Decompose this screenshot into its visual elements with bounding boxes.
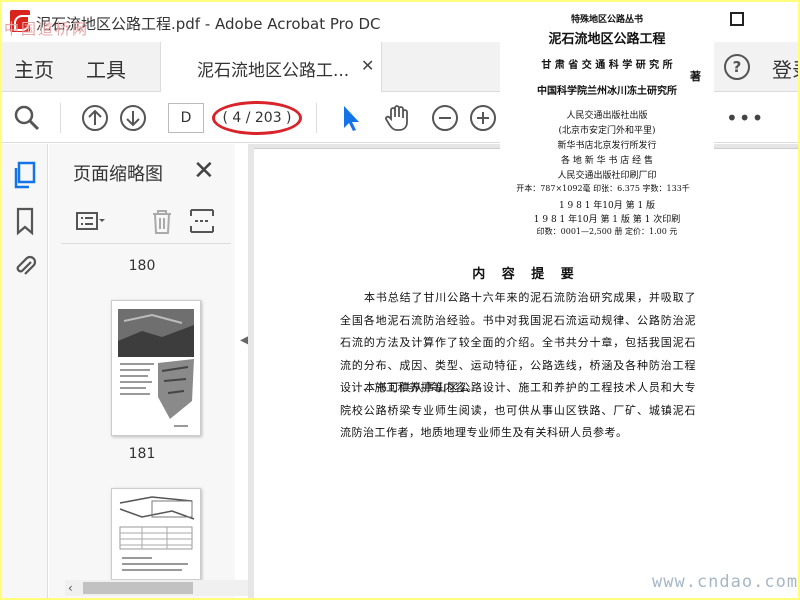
distributor: 新华书店北京发行所发行 [557, 141, 657, 151]
series-name: 特殊地区公路丛书 [570, 15, 643, 25]
thumbnail-label: 180 [128, 258, 156, 274]
tab-home[interactable]: 主页 [14, 54, 54, 83]
attachments-icon[interactable] [12, 250, 38, 280]
count-and-price: 印数：0001—2,500 册 定价：1.00 元 [536, 227, 678, 236]
document-tab-label: 泥石流地区公路工... [197, 61, 350, 81]
toolbar-divider [60, 103, 61, 133]
thumbnail-label: 181 [128, 446, 156, 462]
page-number-input[interactable]: D [168, 103, 204, 133]
select-cursor-icon[interactable] [336, 103, 366, 133]
author-line: 中国科学院兰州冰川冻土研究所 [537, 86, 677, 97]
sellers: 各 地 新 华 书 店 经 售 [560, 156, 654, 166]
printing: 1 9 8 1 年10月 第 1 版 第 1 次印刷 [533, 215, 681, 225]
thumbnail-panel: 页面缩略图 ✕ 180 181 ‹ [49, 144, 278, 598]
hand-tool-icon[interactable] [382, 103, 412, 133]
toolbar-divider [316, 103, 317, 133]
navigation-rail [2, 144, 48, 598]
page-thumbnail[interactable] [111, 488, 201, 580]
watermark-bottom: www.cndao.com [652, 572, 798, 592]
page-thumbnails-icon[interactable] [12, 160, 38, 190]
maximize-icon[interactable] [730, 12, 744, 26]
close-tab-icon[interactable]: ✕ [361, 56, 374, 75]
acrobat-window: 泥石流地区公路工程.pdf - Adobe Acrobat Pro DC 中国道… [2, 2, 798, 598]
author-mark: 著 [690, 70, 701, 83]
copyright-page-overlay: 特殊地区公路丛书 泥石流地区公路工程 甘 肃 省 交 通 科 学 研 究 所 中… [500, 4, 714, 240]
tab-tools[interactable]: 工具 [86, 54, 126, 83]
publisher-address: (北京市安定门外和平里) [558, 126, 656, 136]
thumbnail-options-icon[interactable] [75, 206, 105, 236]
watermark-top: 中国道桥网 [4, 20, 90, 38]
next-page-icon[interactable] [118, 103, 148, 133]
scroll-left-arrow-icon[interactable]: ‹ [68, 581, 73, 595]
thumbnail-horizontal-scrollbar[interactable]: ‹ › [65, 580, 262, 596]
page-count: ( 4 / 203 ) [212, 101, 302, 135]
zoom-out-icon[interactable] [430, 103, 460, 133]
page-thumbnail[interactable] [111, 300, 201, 436]
panel-toolbar [61, 204, 231, 244]
panel-title: 页面缩略图 [73, 164, 163, 185]
bookmarks-icon[interactable] [12, 206, 38, 236]
author-line: 甘 肃 省 交 通 科 学 研 究 所 [541, 60, 673, 71]
help-icon[interactable]: ? [724, 54, 750, 80]
print-specs: 开本：787×1092毫 印张：6.375 字数：133千 [516, 184, 690, 193]
sign-in-link[interactable]: 登录 [772, 54, 798, 83]
summary-heading: 内 容 提 要 [472, 267, 580, 282]
edition: 1 9 8 1 年10月 第 1 版 [558, 201, 656, 211]
search-icon[interactable] [12, 103, 42, 133]
delete-icon[interactable] [147, 206, 177, 236]
zoom-in-icon[interactable] [468, 103, 498, 133]
publisher: 人民交通出版社出版 [566, 111, 648, 121]
crop-pages-icon[interactable] [187, 206, 217, 236]
printer: 人民交通出版社印刷厂印 [557, 171, 657, 181]
more-tools-icon[interactable]: ••• [726, 106, 764, 130]
scrollbar-thumb[interactable] [83, 582, 193, 594]
book-title: 泥石流地区公路工程 [548, 32, 666, 47]
summary-paragraph: 本书可供从事山区公路设计、施工和养护的工程技术人员和大专院校公路桥梁专业师生阅读… [340, 381, 696, 439]
close-panel-icon[interactable]: ✕ [193, 156, 215, 186]
tab-document[interactable]: 泥石流地区公路工... ✕ [160, 42, 382, 92]
previous-page-icon[interactable] [80, 103, 110, 133]
